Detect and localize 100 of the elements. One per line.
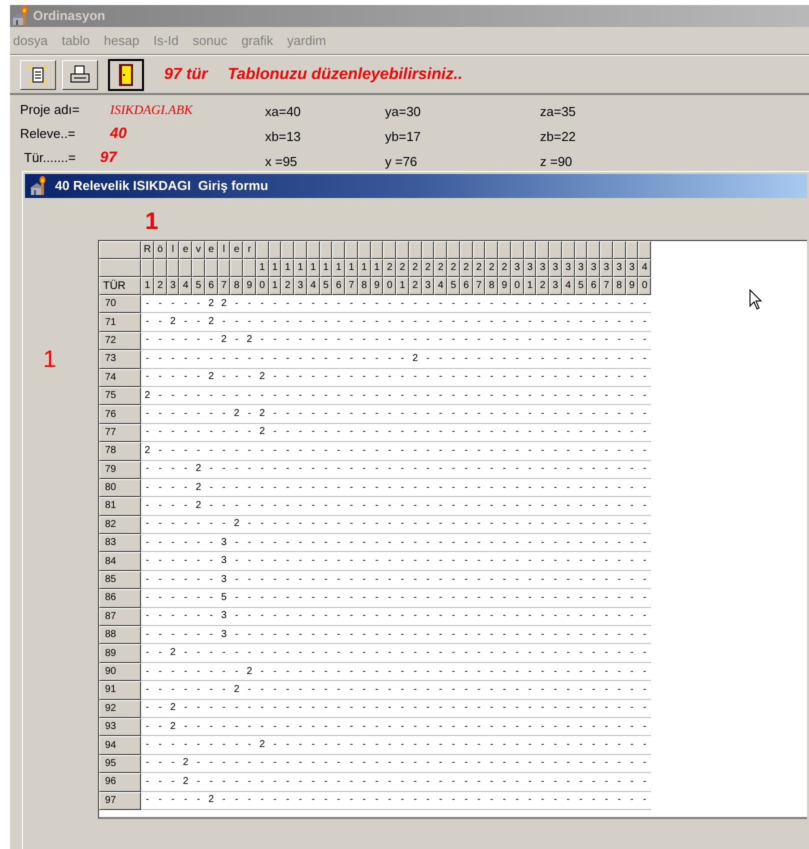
menu-item[interactable]: hesap xyxy=(104,30,140,50)
grid-cell: - xyxy=(422,626,434,644)
grid-cell: - xyxy=(472,368,486,387)
grid-cell: - xyxy=(460,424,472,442)
grid-cell: - xyxy=(447,424,460,442)
exit-button[interactable] xyxy=(108,58,144,90)
grid-cell: - xyxy=(574,442,588,461)
grid-cell: - xyxy=(638,700,651,718)
grid-cell: - xyxy=(320,626,332,644)
grid-cell: - xyxy=(574,626,588,644)
grid-cell: - xyxy=(587,534,600,552)
grid-cell: - xyxy=(562,497,574,516)
grid-cell: - xyxy=(281,295,294,314)
grid-cell: - xyxy=(306,460,320,479)
column-header: 2 xyxy=(472,259,486,277)
grid-cell: - xyxy=(549,497,562,516)
grid-cell: - xyxy=(166,626,180,644)
grid-cell: - xyxy=(230,350,243,369)
grid-cell: - xyxy=(587,570,600,590)
menu-item[interactable]: dosya xyxy=(13,30,48,50)
new-document-button[interactable] xyxy=(20,60,56,90)
column-header: 6 xyxy=(332,277,345,295)
grid-cell: - xyxy=(434,773,447,792)
grid-cell: - xyxy=(179,792,192,810)
grid-cell: - xyxy=(154,350,166,369)
grid-cell: - xyxy=(268,700,282,718)
grid-cell: - xyxy=(626,754,638,774)
grid-cell: - xyxy=(524,718,536,736)
grid-cell: - xyxy=(626,350,638,369)
column-header: 4 xyxy=(179,277,192,295)
grid-cell: - xyxy=(612,552,626,571)
grid-cell: - xyxy=(230,626,243,644)
column-header: 5 xyxy=(192,277,205,295)
grid-cell: - xyxy=(485,442,498,461)
grid-cell: - xyxy=(320,736,332,755)
grid-cell: - xyxy=(345,570,358,590)
grid-cell: - xyxy=(204,478,218,498)
print-button[interactable] xyxy=(62,60,98,90)
grid-cell: - xyxy=(268,313,282,332)
grid-cell: - xyxy=(243,478,256,498)
grid-cell: - xyxy=(383,700,396,718)
grid-cell: - xyxy=(600,386,613,406)
grid-cell: - xyxy=(243,313,256,332)
grid-cell: - xyxy=(204,405,218,424)
grid-cell: - xyxy=(536,478,549,498)
grid-cell: - xyxy=(179,386,192,406)
grid-cell: - xyxy=(306,626,320,644)
column-header: 8 xyxy=(612,277,626,295)
grid-cell: - xyxy=(574,534,588,552)
column-header: 1 xyxy=(358,259,370,277)
menu-item[interactable]: yardim xyxy=(287,30,326,50)
grid-cell: - xyxy=(574,386,588,406)
grid-cell: - xyxy=(370,644,384,663)
grid-cell: - xyxy=(626,313,638,332)
grid-cell: - xyxy=(306,497,320,516)
grid-cell: - xyxy=(281,405,294,424)
grid-cell: - xyxy=(485,350,498,369)
grid-cell: - xyxy=(345,589,358,608)
grid-cell: - xyxy=(536,754,549,774)
menu-item[interactable]: sonuc xyxy=(192,30,228,50)
grid-cell: - xyxy=(204,350,218,369)
grid-cell: - xyxy=(600,700,613,718)
grid-cell: - xyxy=(574,570,588,590)
form-title: 40 Relevelik ISIKDAGI Giriş formu xyxy=(55,177,268,196)
grid-cell: - xyxy=(141,478,154,498)
grid-cell: - xyxy=(256,497,268,516)
grid-cell: - xyxy=(524,570,536,590)
grid-cell: - xyxy=(332,497,345,516)
grid-cell: - xyxy=(141,552,154,571)
menu-item[interactable]: Is-Id xyxy=(153,30,179,50)
grid-cell: - xyxy=(141,405,154,424)
grid-cell: - xyxy=(447,718,460,736)
grid-cell: - xyxy=(638,736,651,755)
grid-cell: - xyxy=(141,589,154,608)
grid-cell: - xyxy=(472,552,486,571)
grid-cell: - xyxy=(510,350,524,369)
grid-cell: - xyxy=(460,700,472,718)
grid-cell: - xyxy=(345,295,358,314)
grid-cell: 2 xyxy=(166,644,180,663)
grid-cell: - xyxy=(638,386,651,406)
grid-cell: - xyxy=(281,681,294,700)
grid-cell: - xyxy=(510,792,524,810)
grid-cell: - xyxy=(281,792,294,810)
grid-cell: - xyxy=(306,313,320,332)
grid-cell: - xyxy=(408,405,422,424)
grid-cell: - xyxy=(230,295,243,314)
grid-cell: - xyxy=(345,552,358,571)
grid-cell: - xyxy=(218,754,230,774)
grid-cell: - xyxy=(383,792,396,810)
menu-item[interactable]: grafik xyxy=(241,30,274,50)
coordinate-value: za=35 xyxy=(540,103,577,121)
grid-cell: - xyxy=(472,424,486,442)
grid-cell: - xyxy=(204,332,218,350)
grid-cell: - xyxy=(447,442,460,461)
grid-cell: - xyxy=(154,405,166,424)
grid-cell: 2 xyxy=(179,773,192,792)
grid-cell: - xyxy=(434,405,447,424)
column-header: 2 xyxy=(422,259,434,277)
grid-cell: - xyxy=(562,295,574,314)
menu-item[interactable]: tablo xyxy=(62,30,90,50)
